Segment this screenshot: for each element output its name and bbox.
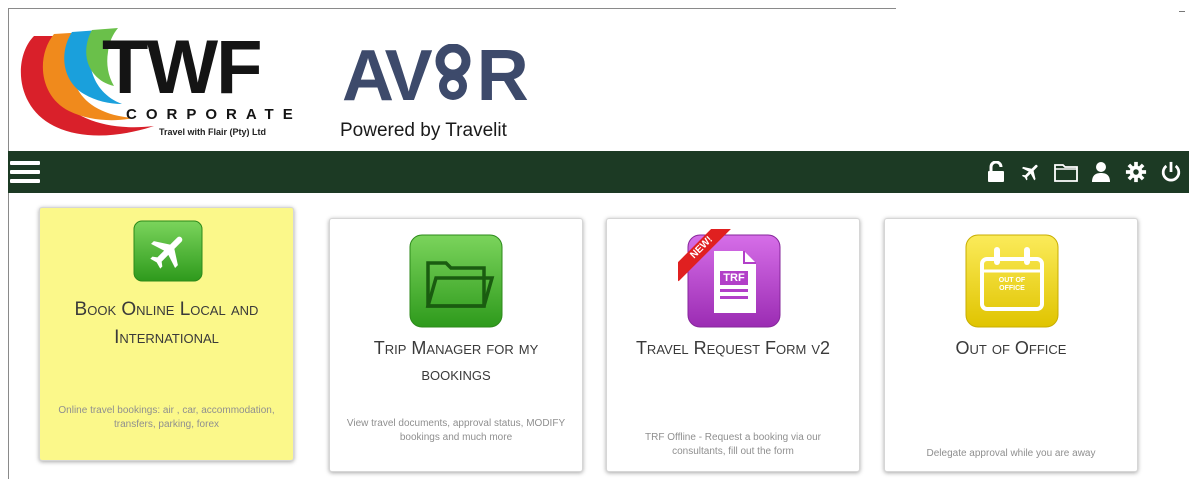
trf-document-icon: TRF NEW!: [678, 229, 782, 329]
gear-icon[interactable]: [1124, 160, 1148, 184]
airplane-icon[interactable]: [1019, 160, 1043, 184]
twf-wordmark: TWF: [102, 25, 263, 110]
tile-title: Book Online Local and International: [74, 299, 259, 348]
av8r-wordmark-left: AV: [342, 36, 433, 116]
left-border: [8, 8, 9, 479]
twf-subtitle: CORPORATE: [126, 106, 302, 123]
av8r-wordmark-right: R: [476, 36, 529, 116]
navbar-icon-group: [984, 160, 1183, 184]
power-icon[interactable]: [1159, 160, 1183, 184]
folder-icon[interactable]: [1054, 160, 1078, 184]
twf-corporate-logo[interactable]: TWF CORPORATE Travel with Flair (Pty) Lt…: [14, 26, 314, 146]
twf-tagline: Travel with Flair (Pty) Ltd: [159, 127, 267, 137]
tile-title: Out of Office: [955, 338, 1067, 358]
menu-icon[interactable]: [10, 161, 40, 185]
tile-description: Delegate approval while you are away: [926, 448, 1096, 459]
tile-trip-manager[interactable]: Trip Manager for my bookings View travel…: [329, 218, 583, 472]
av8r-wordmark: AV R: [342, 40, 529, 112]
corner-mark: [1179, 11, 1185, 12]
new-badge-text: NEW!: [678, 229, 734, 282]
tile-title: Travel Request Form v2: [635, 338, 831, 358]
user-icon[interactable]: [1089, 160, 1113, 184]
av8r-eight-glyph: [435, 44, 471, 100]
tile-description: View travel documents, approval status, …: [346, 418, 566, 443]
tile-description: TRF Offline - Request a booking via our …: [644, 432, 821, 457]
main-navbar: [8, 151, 1189, 193]
av8r-logo[interactable]: AV R Powered by Travelit: [338, 40, 538, 145]
tile-travel-request-form[interactable]: TRF NEW! Travel Request Form v2 TRF Offl…: [606, 218, 860, 472]
powered-by-text: Powered by Travelit: [340, 120, 507, 141]
tile-book-online[interactable]: Book Online Local and International Onli…: [39, 207, 294, 461]
tile-title: Trip Manager for my bookings: [373, 338, 539, 385]
airplane-icon: [133, 220, 203, 282]
new-badge: NEW!: [678, 229, 734, 285]
calendar-icon-label: OUT OF OFFICE: [998, 277, 1026, 292]
top-border: [8, 8, 896, 9]
tile-description: Online travel bookings: air , car, accom…: [58, 405, 275, 430]
calendar-icon: OUT OF OFFICE: [964, 233, 1060, 329]
unlock-icon[interactable]: [984, 160, 1008, 184]
tile-out-of-office[interactable]: OUT OF OFFICE Out of Office Delegate app…: [884, 218, 1138, 472]
folder-icon: [409, 234, 503, 328]
